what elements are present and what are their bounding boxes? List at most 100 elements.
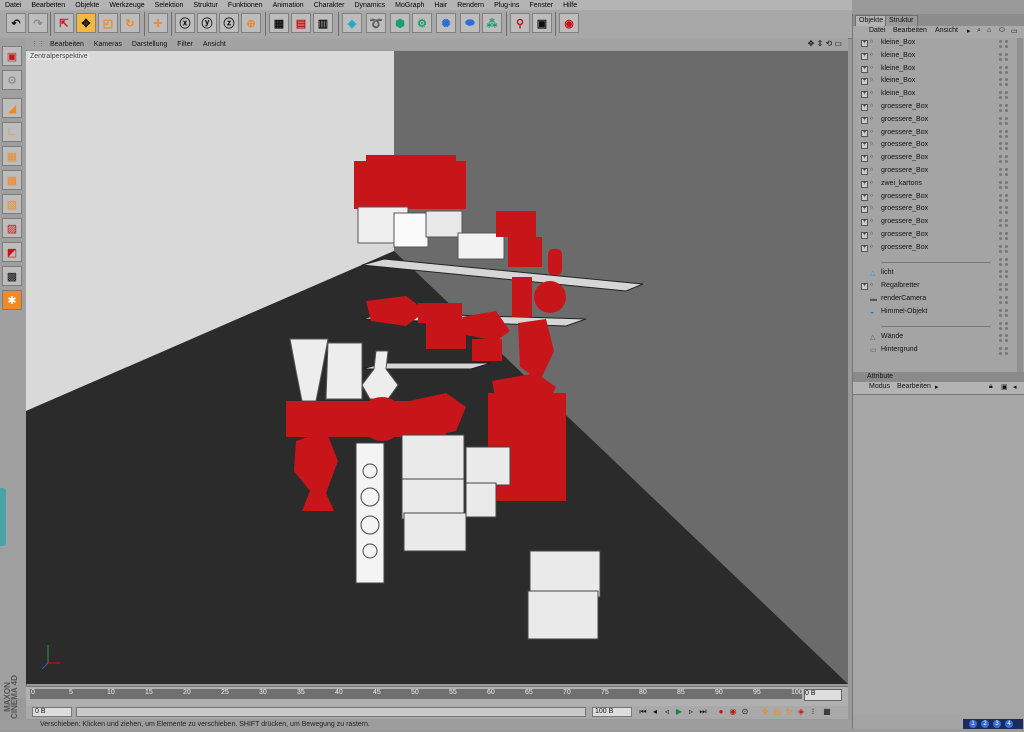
object-row[interactable]: ▬ renderCamera: [859, 294, 1017, 306]
menu-more-icon[interactable]: ▸: [967, 27, 971, 35]
deformer-icon[interactable]: ✺: [436, 13, 456, 33]
expand-toggle-icon[interactable]: +: [861, 283, 868, 291]
menu-animation[interactable]: Animation: [268, 2, 309, 9]
object-row[interactable]: + ⁰ kleine_Box: [859, 89, 1017, 101]
menu-mograph[interactable]: MoGraph: [390, 2, 429, 9]
point-level-key-icon[interactable]: ⁝: [808, 707, 818, 717]
objects-menu-ansicht[interactable]: Ansicht: [935, 27, 958, 34]
visibility-toggle-icon[interactable]: [999, 180, 1013, 189]
lock-icon[interactable]: 🔒︎: [989, 383, 993, 391]
menu-fenster[interactable]: Fenster: [524, 2, 558, 9]
object-name[interactable]: kleine_Box: [881, 90, 915, 97]
visibility-toggle-icon[interactable]: [999, 65, 1013, 74]
object-name[interactable]: renderCamera: [881, 295, 926, 302]
coordinate-system-icon[interactable]: ⊕: [241, 13, 261, 33]
scene-environment-icon[interactable]: ⬬: [460, 13, 480, 33]
cube-primitive-icon[interactable]: ◈: [342, 13, 362, 33]
object-row[interactable]: + ⁰ groessere_Box: [859, 243, 1017, 255]
preview-range-slider[interactable]: [76, 707, 586, 717]
object-mode-icon[interactable]: ◢: [2, 98, 22, 118]
points-mode-icon[interactable]: ▩: [2, 170, 22, 190]
object-row[interactable]: ◒ Himmel-Objekt: [859, 307, 1017, 319]
object-name[interactable]: groessere_Box: [881, 244, 928, 251]
object-row[interactable]: + ⁰ Regalbretter: [859, 281, 1017, 293]
object-name[interactable]: Himmel-Objekt: [881, 308, 927, 315]
viewport-menu-bearbeiten[interactable]: Bearbeiten: [45, 41, 89, 48]
previous-frame-icon[interactable]: ◃: [662, 707, 672, 717]
play-icon[interactable]: ▶: [674, 707, 684, 717]
menu-hair[interactable]: Hair: [429, 2, 452, 9]
object-name[interactable]: kleine_Box: [881, 39, 915, 46]
visibility-toggle-icon[interactable]: [999, 206, 1013, 215]
scale-key-icon[interactable]: ◰: [772, 707, 782, 717]
next-frame-icon[interactable]: ▹: [686, 707, 696, 717]
python-console-icon[interactable]: ◉: [559, 13, 579, 33]
object-row[interactable]: + ⁰ groessere_Box: [859, 217, 1017, 229]
visibility-toggle-icon[interactable]: [999, 219, 1013, 228]
object-name[interactable]: groessere_Box: [881, 141, 928, 148]
rotation-key-icon[interactable]: ↻: [784, 707, 794, 717]
panel-minimize-icon[interactable]: ⬭: [999, 27, 1005, 35]
expand-toggle-icon[interactable]: +: [861, 78, 868, 86]
expand-toggle-icon[interactable]: +: [861, 193, 868, 201]
visibility-toggle-icon[interactable]: [999, 155, 1013, 164]
menu-hilfe[interactable]: Hilfe: [558, 2, 582, 9]
object-row[interactable]: + ⁰ groessere_Box: [859, 230, 1017, 242]
expand-toggle-icon[interactable]: +: [861, 155, 868, 163]
object-name[interactable]: kleine_Box: [881, 77, 915, 84]
expand-toggle-icon[interactable]: +: [861, 232, 868, 239]
visibility-toggle-icon[interactable]: [999, 40, 1013, 48]
current-frame-field[interactable]: 0 B: [804, 689, 842, 701]
menu-funktionen[interactable]: Funktionen: [223, 2, 268, 9]
axis-mode-icon[interactable]: ◩: [2, 242, 22, 262]
render-view-icon[interactable]: ▦: [269, 13, 289, 33]
visibility-toggle-icon[interactable]: [999, 193, 1013, 202]
visibility-toggle-icon[interactable]: [999, 116, 1013, 125]
object-row[interactable]: + ⁰ groessere_Box: [859, 204, 1017, 216]
object-row[interactable]: + ⁰ groessere_Box: [859, 166, 1017, 178]
object-row[interactable]: + ⁰ groessere_Box: [859, 153, 1017, 165]
visibility-toggle-icon[interactable]: [999, 334, 1013, 343]
visibility-toggle-icon[interactable]: [999, 78, 1013, 87]
object-row[interactable]: ▭ Hintergrund: [859, 345, 1017, 357]
camera-icon[interactable]: ▣: [532, 13, 552, 33]
expand-toggle-icon[interactable]: +: [861, 40, 868, 47]
expand-toggle-icon[interactable]: +: [861, 142, 868, 150]
object-name[interactable]: Regalbretter: [881, 282, 920, 289]
object-name[interactable]: zwei_kartons: [881, 180, 922, 187]
keyframe-selection-icon[interactable]: ⊙: [740, 707, 750, 717]
expand-toggle-icon[interactable]: +: [861, 104, 868, 111]
search-icon[interactable]: ⌕: [977, 27, 981, 35]
object-row[interactable]: △ Wände: [859, 332, 1017, 344]
menu-bearbeiten[interactable]: Bearbeiten: [26, 2, 70, 9]
object-axis-icon[interactable]: ✛: [148, 13, 168, 33]
menu-objekte[interactable]: Objekte: [70, 2, 104, 9]
object-name[interactable]: groessere_Box: [881, 129, 928, 136]
object-list-divider[interactable]: [859, 256, 1017, 268]
visibility-toggle-icon[interactable]: [999, 257, 1013, 266]
visibility-toggle-icon[interactable]: [999, 168, 1013, 176]
snap-icon[interactable]: ▩: [2, 266, 22, 286]
object-name[interactable]: groessere_Box: [881, 193, 928, 200]
y-axis-lock-icon[interactable]: ⓨ: [197, 13, 217, 33]
taskbar-button[interactable]: 3: [993, 720, 1001, 728]
home-icon[interactable]: ⌂: [987, 27, 991, 34]
menu-more-icon[interactable]: ▸: [935, 383, 939, 391]
expand-toggle-icon[interactable]: +: [861, 116, 868, 124]
viewport-menu-ansicht[interactable]: Ansicht: [198, 41, 231, 48]
expand-toggle-icon[interactable]: +: [861, 180, 868, 188]
expand-toggle-icon[interactable]: +: [861, 52, 868, 60]
visibility-toggle-icon[interactable]: [999, 296, 1013, 304]
object-row[interactable]: + ⁰ groessere_Box: [859, 192, 1017, 204]
expand-toggle-icon[interactable]: +: [861, 168, 868, 175]
previous-key-icon[interactable]: ◂: [650, 707, 660, 717]
taskbar-button[interactable]: 1: [969, 720, 977, 728]
visibility-toggle-icon[interactable]: [999, 321, 1013, 330]
undo-icon[interactable]: ↶: [6, 13, 26, 33]
move-tool-icon[interactable]: ✥: [76, 13, 96, 33]
start-frame-field[interactable]: 0 B: [32, 707, 72, 717]
objects-menu-bearbeiten[interactable]: Bearbeiten: [893, 27, 927, 34]
x-axis-lock-icon[interactable]: ⓧ: [175, 13, 195, 33]
z-axis-lock-icon[interactable]: ⓩ: [219, 13, 239, 33]
make-editable-icon[interactable]: ▣: [2, 46, 22, 66]
